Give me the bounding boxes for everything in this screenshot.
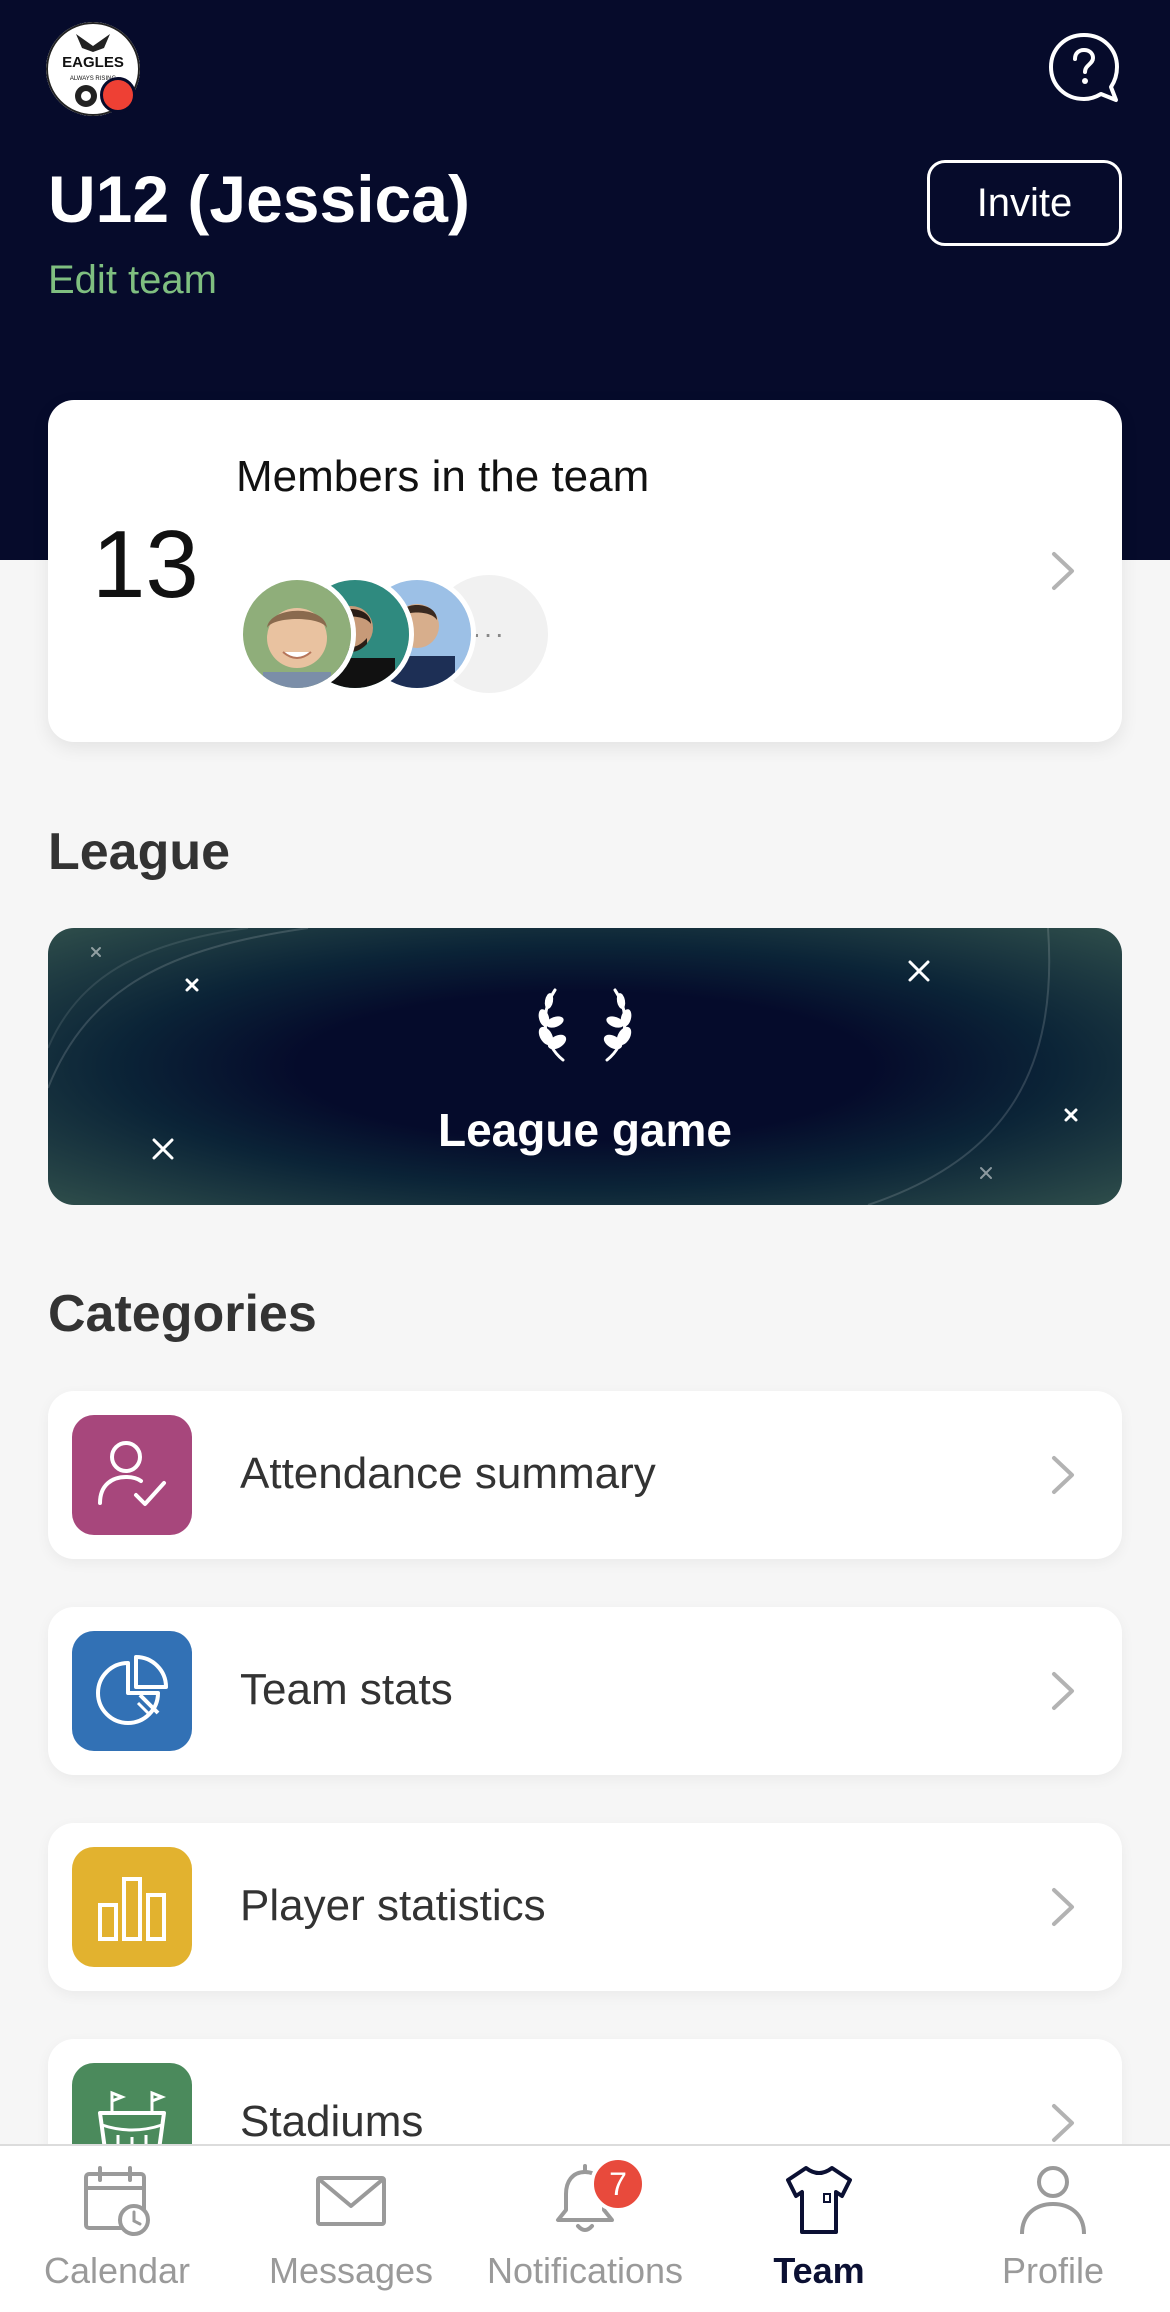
category-team-stats[interactable]: Team stats <box>48 1607 1122 1775</box>
tab-team[interactable]: Team <box>702 2146 936 2312</box>
chevron-right-icon <box>1052 2104 1074 2142</box>
notification-badge: 7 <box>590 2156 646 2212</box>
category-label: Stadiums <box>240 2097 424 2146</box>
attendance-icon <box>72 1415 192 1535</box>
chevron-right-icon <box>1052 552 1074 590</box>
league-game-label: League game <box>438 1104 732 1156</box>
league-card-decoration <box>48 928 1078 1205</box>
tab-label: Messages <box>268 2250 434 2291</box>
category-label: Player statistics <box>240 1881 546 1930</box>
person-icon <box>1020 2166 1086 2235</box>
category-attendance-summary[interactable]: Attendance summary <box>48 1391 1122 1559</box>
tab-notifications[interactable]: 7 Notifications <box>468 2146 702 2312</box>
jersey-icon <box>786 2166 852 2234</box>
category-label: Team stats <box>240 1665 453 1714</box>
category-player-statistics[interactable]: Player statistics <box>48 1823 1122 1991</box>
help-icon <box>1049 33 1119 102</box>
tab-label: Calendar <box>43 2250 191 2291</box>
help-button[interactable] <box>1046 30 1122 106</box>
chevron-right-icon <box>1052 1456 1074 1494</box>
category-label: Attendance summary <box>240 1449 656 1498</box>
logo-status-dot <box>100 77 136 113</box>
tab-label: Team <box>773 2250 865 2291</box>
members-count: 13 <box>92 511 199 618</box>
members-title: Members in the team <box>236 452 650 501</box>
member-avatars: ··· <box>238 575 558 695</box>
calendar-icon <box>84 2166 150 2236</box>
tab-messages[interactable]: Messages <box>234 2146 468 2312</box>
edit-team-link[interactable]: Edit team <box>48 258 217 303</box>
categories-section-title: Categories <box>48 1285 317 1343</box>
league-game-card[interactable]: League game <box>48 928 1122 1205</box>
chevron-right-icon <box>1052 1888 1074 1926</box>
members-card[interactable]: 13 Members in the team ··· <box>48 400 1122 742</box>
team-name: U12 (Jessica) <box>48 162 470 236</box>
bottom-tab-bar: Calendar Messages 7 Notifications Team P… <box>0 2144 1170 2312</box>
tab-label: Profile <box>1001 2250 1105 2291</box>
logo-text-top: EAGLES <box>62 54 124 71</box>
chevron-right-icon <box>1052 1672 1074 1710</box>
envelope-icon <box>316 2176 386 2226</box>
invite-button[interactable]: Invite <box>927 160 1122 246</box>
bar-chart-icon <box>72 1847 192 1967</box>
tab-label: Notifications <box>486 2250 684 2291</box>
tab-profile[interactable]: Profile <box>936 2146 1170 2312</box>
pie-chart-icon <box>72 1631 192 1751</box>
laurel-icon <box>538 988 632 1062</box>
avatar <box>238 575 356 693</box>
league-section-title: League <box>48 823 231 881</box>
tab-calendar[interactable]: Calendar <box>0 2146 234 2312</box>
